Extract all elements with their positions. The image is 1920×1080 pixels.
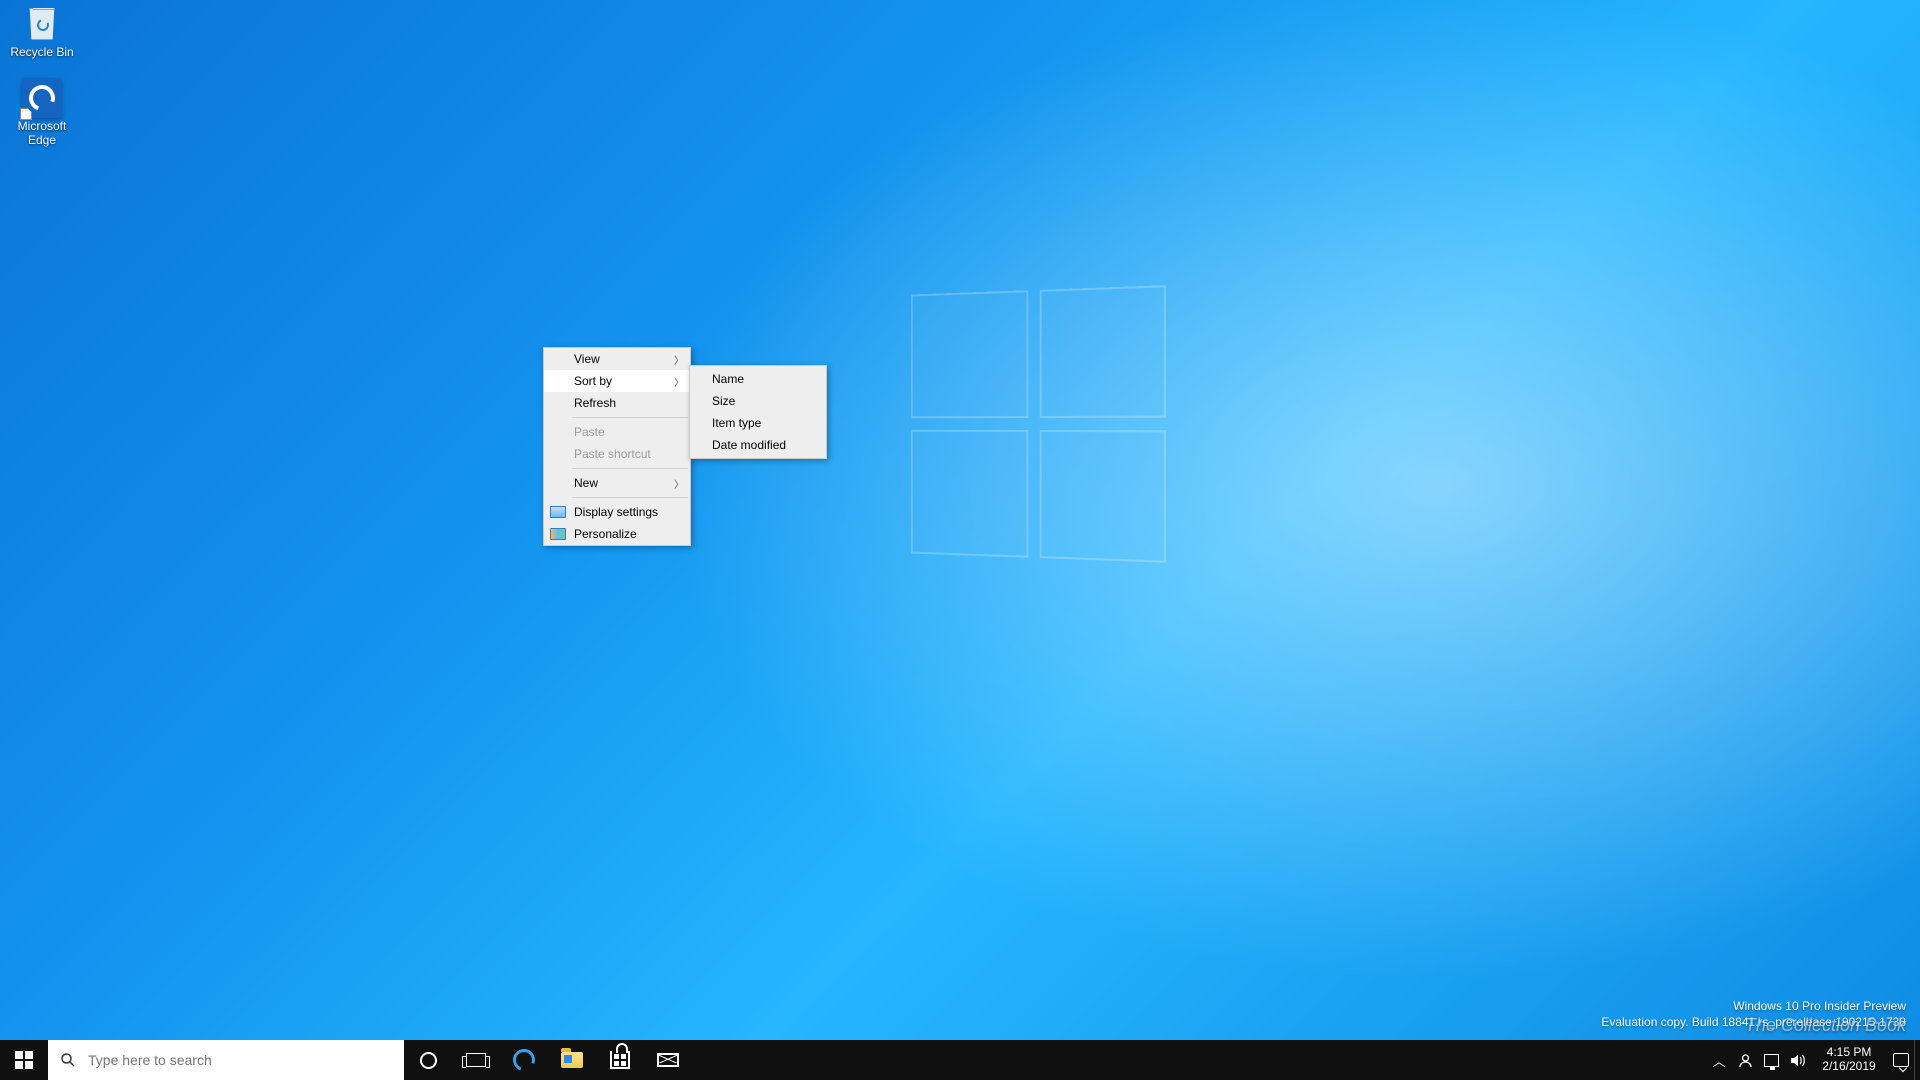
taskbar-app-file-explorer[interactable] bbox=[548, 1040, 596, 1080]
system-tray: ︿ 4:15 PM 2/16/2019 bbox=[1706, 1040, 1920, 1080]
volume-icon bbox=[1790, 1053, 1805, 1068]
mail-icon bbox=[657, 1053, 679, 1067]
ctx-item-label: Refresh bbox=[574, 396, 616, 410]
show-desktop-button[interactable] bbox=[1914, 1040, 1920, 1080]
ctx-item-label: Sort by bbox=[574, 374, 612, 388]
chevron-right-icon: 〉 bbox=[644, 476, 684, 491]
action-center-icon bbox=[1893, 1053, 1909, 1067]
build-watermark: Windows 10 Pro Insider Preview Evaluatio… bbox=[1601, 998, 1906, 1030]
cortana-button[interactable] bbox=[404, 1040, 452, 1080]
ctx-item-label: Display settings bbox=[574, 505, 658, 519]
ctx-item-label: Paste shortcut bbox=[574, 447, 651, 461]
chevron-right-icon: 〉 bbox=[644, 374, 684, 389]
ctx-item-label: Date modified bbox=[712, 438, 786, 452]
tray-people[interactable] bbox=[1732, 1040, 1758, 1080]
desktop-icon-label: Microsoft Edge bbox=[4, 120, 80, 148]
ctx-sub-item-date-modified[interactable]: Date modified bbox=[690, 434, 826, 456]
ctx-separator bbox=[572, 417, 688, 418]
ctx-separator bbox=[572, 468, 688, 469]
tray-time: 4:15 PM bbox=[1827, 1046, 1872, 1060]
edge-icon bbox=[509, 1045, 538, 1074]
search-input[interactable] bbox=[88, 1052, 404, 1068]
ctx-item-refresh[interactable]: Refresh bbox=[544, 392, 690, 414]
windows-logo-overlay bbox=[911, 285, 1168, 565]
desktop-context-menu: View 〉 Sort by 〉 Refresh Paste Paste sho… bbox=[543, 347, 691, 546]
search-icon bbox=[48, 1052, 88, 1068]
taskbar-app-store[interactable] bbox=[596, 1040, 644, 1080]
tray-clock[interactable]: 4:15 PM 2/16/2019 bbox=[1810, 1040, 1888, 1080]
people-icon bbox=[1738, 1053, 1753, 1068]
watermark-line1: Windows 10 Pro Insider Preview bbox=[1601, 998, 1906, 1014]
network-icon bbox=[1764, 1054, 1779, 1067]
taskbar-app-edge[interactable] bbox=[500, 1040, 548, 1080]
ctx-item-label: Size bbox=[712, 394, 735, 408]
task-view-button[interactable] bbox=[452, 1040, 500, 1080]
taskbar-app-mail[interactable] bbox=[644, 1040, 692, 1080]
desktop-icon-label: Recycle Bin bbox=[10, 46, 73, 60]
task-view-icon bbox=[466, 1053, 486, 1067]
tray-date: 2/16/2019 bbox=[1822, 1060, 1875, 1074]
ctx-item-label: Paste bbox=[574, 425, 605, 439]
desktop-wallpaper[interactable] bbox=[0, 0, 1920, 1080]
ctx-item-label: New bbox=[574, 476, 598, 490]
cortana-icon bbox=[420, 1052, 437, 1069]
ctx-item-personalize[interactable]: Personalize bbox=[544, 523, 690, 545]
tray-volume[interactable] bbox=[1784, 1040, 1810, 1080]
tray-overflow-button[interactable]: ︿ bbox=[1706, 1040, 1732, 1080]
recycle-bin-icon bbox=[22, 4, 62, 44]
chevron-right-icon: 〉 bbox=[644, 352, 684, 367]
watermark-line2: Evaluation copy. Build 18841.rs_prerelea… bbox=[1601, 1014, 1906, 1030]
ctx-sub-item-size[interactable]: Size bbox=[690, 390, 826, 412]
ctx-item-paste-shortcut: Paste shortcut bbox=[544, 443, 690, 465]
personalize-icon bbox=[550, 528, 566, 540]
ctx-item-paste: Paste bbox=[544, 421, 690, 443]
ctx-sub-item-name[interactable]: Name bbox=[690, 368, 826, 390]
ctx-separator bbox=[572, 497, 688, 498]
start-button[interactable] bbox=[0, 1040, 48, 1080]
display-icon bbox=[550, 506, 566, 518]
desktop-icon-recycle-bin[interactable]: Recycle Bin bbox=[4, 4, 80, 60]
file-explorer-icon bbox=[561, 1052, 583, 1068]
chevron-up-icon: ︿ bbox=[1712, 1051, 1725, 1070]
edge-icon bbox=[22, 78, 62, 118]
ctx-item-label: Item type bbox=[712, 416, 761, 430]
windows-start-icon bbox=[15, 1051, 33, 1069]
ctx-item-label: Name bbox=[712, 372, 744, 386]
ctx-item-sort-by[interactable]: Sort by 〉 bbox=[544, 370, 690, 392]
sort-by-submenu: Name Size Item type Date modified bbox=[689, 365, 827, 459]
tray-network[interactable] bbox=[1758, 1040, 1784, 1080]
ctx-item-display-settings[interactable]: Display settings bbox=[544, 501, 690, 523]
ctx-item-view[interactable]: View 〉 bbox=[544, 348, 690, 370]
ctx-item-label: View bbox=[574, 352, 600, 366]
taskbar: ︿ 4:15 PM 2/16/2019 bbox=[0, 1040, 1920, 1080]
desktop-icon-edge[interactable]: Microsoft Edge bbox=[4, 78, 80, 148]
taskbar-search[interactable] bbox=[48, 1040, 404, 1080]
tray-action-center[interactable] bbox=[1888, 1040, 1914, 1080]
ctx-sub-item-item-type[interactable]: Item type bbox=[690, 412, 826, 434]
ctx-item-new[interactable]: New 〉 bbox=[544, 472, 690, 494]
store-icon bbox=[610, 1051, 630, 1069]
ctx-item-label: Personalize bbox=[574, 527, 637, 541]
